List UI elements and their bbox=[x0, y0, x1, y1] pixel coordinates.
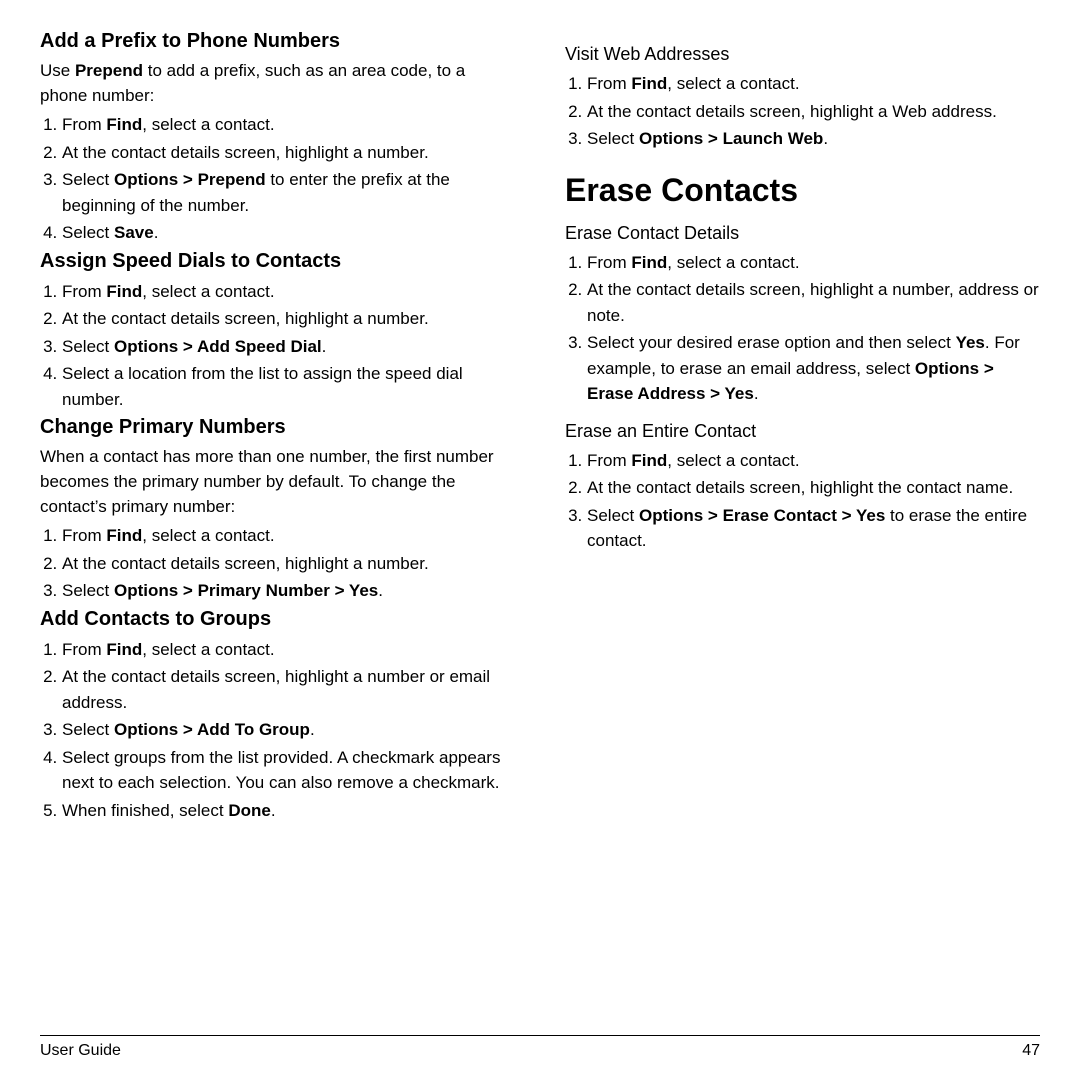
steps-erase-details: From Find, select a contact. At the cont… bbox=[587, 250, 1040, 407]
list-item: At the contact details screen, highlight… bbox=[587, 99, 1040, 125]
heading-speed-dial: Assign Speed Dials to Contacts bbox=[40, 250, 515, 273]
list-item: From Find, select a contact. bbox=[587, 71, 1040, 97]
section-primary-numbers: Change Primary Numbers When a contact ha… bbox=[40, 416, 515, 603]
list-item: From Find, select a contact. bbox=[62, 279, 515, 305]
list-item: From Find, select a contact. bbox=[587, 448, 1040, 474]
section-erase-entire: Erase an Entire Contact From Find, selec… bbox=[565, 421, 1040, 554]
steps-prefix: From Find, select a contact. At the cont… bbox=[62, 112, 515, 246]
left-column: Add a Prefix to Phone Numbers Use Prepen… bbox=[40, 30, 525, 1025]
steps-erase-entire: From Find, select a contact. At the cont… bbox=[587, 448, 1040, 554]
content-columns: Add a Prefix to Phone Numbers Use Prepen… bbox=[40, 30, 1040, 1025]
heading-prefix: Add a Prefix to Phone Numbers bbox=[40, 30, 515, 53]
heading-erase-contacts: Erase Contacts bbox=[565, 172, 1040, 209]
list-item: From Find, select a contact. bbox=[587, 250, 1040, 276]
steps-visit-web: From Find, select a contact. At the cont… bbox=[587, 71, 1040, 152]
page-container: Add a Prefix to Phone Numbers Use Prepen… bbox=[0, 0, 1080, 1080]
right-column: Visit Web Addresses From Find, select a … bbox=[555, 30, 1040, 1025]
section-groups: Add Contacts to Groups From Find, select… bbox=[40, 608, 515, 824]
list-item: From Find, select a contact. bbox=[62, 637, 515, 663]
list-item: At the contact details screen, highlight… bbox=[587, 475, 1040, 501]
intro-prefix: Use Prepend to add a prefix, such as an … bbox=[40, 59, 515, 108]
list-item: At the contact details screen, highlight… bbox=[62, 551, 515, 577]
heading-erase-entire: Erase an Entire Contact bbox=[565, 421, 1040, 442]
list-item: Select Options > Prepend to enter the pr… bbox=[62, 167, 515, 218]
list-item: Select Options > Erase Contact > Yes to … bbox=[587, 503, 1040, 554]
list-item: Select Save. bbox=[62, 220, 515, 246]
section-visit-web: Visit Web Addresses From Find, select a … bbox=[565, 44, 1040, 152]
list-item: Select Options > Add To Group. bbox=[62, 717, 515, 743]
footer-right: 47 bbox=[1022, 1042, 1040, 1060]
heading-erase-details: Erase Contact Details bbox=[565, 223, 1040, 244]
list-item: At the contact details screen, highlight… bbox=[62, 664, 515, 715]
footer: User Guide 47 bbox=[40, 1035, 1040, 1060]
steps-groups: From Find, select a contact. At the cont… bbox=[62, 637, 515, 824]
heading-visit-web: Visit Web Addresses bbox=[565, 44, 1040, 65]
heading-primary-numbers: Change Primary Numbers bbox=[40, 416, 515, 439]
list-item: From Find, select a contact. bbox=[62, 523, 515, 549]
intro-primary-numbers: When a contact has more than one number,… bbox=[40, 445, 515, 519]
heading-groups: Add Contacts to Groups bbox=[40, 608, 515, 631]
steps-primary-numbers: From Find, select a contact. At the cont… bbox=[62, 523, 515, 604]
list-item: Select Options > Add Speed Dial. bbox=[62, 334, 515, 360]
list-item: Select Options > Launch Web. bbox=[587, 126, 1040, 152]
footer-left: User Guide bbox=[40, 1042, 121, 1060]
steps-speed-dial: From Find, select a contact. At the cont… bbox=[62, 279, 515, 413]
list-item: Select groups from the list provided. A … bbox=[62, 745, 515, 796]
list-item: Select Options > Primary Number > Yes. bbox=[62, 578, 515, 604]
list-item: Select a location from the list to assig… bbox=[62, 361, 515, 412]
list-item: At the contact details screen, highlight… bbox=[62, 140, 515, 166]
list-item: From Find, select a contact. bbox=[62, 112, 515, 138]
list-item: At the contact details screen, highlight… bbox=[587, 277, 1040, 328]
list-item: Select your desired erase option and the… bbox=[587, 330, 1040, 407]
list-item: When finished, select Done. bbox=[62, 798, 515, 824]
section-erase-details: Erase Contact Details From Find, select … bbox=[565, 223, 1040, 407]
list-item: At the contact details screen, highlight… bbox=[62, 306, 515, 332]
section-prefix: Add a Prefix to Phone Numbers Use Prepen… bbox=[40, 30, 515, 246]
section-speed-dial: Assign Speed Dials to Contacts From Find… bbox=[40, 250, 515, 413]
